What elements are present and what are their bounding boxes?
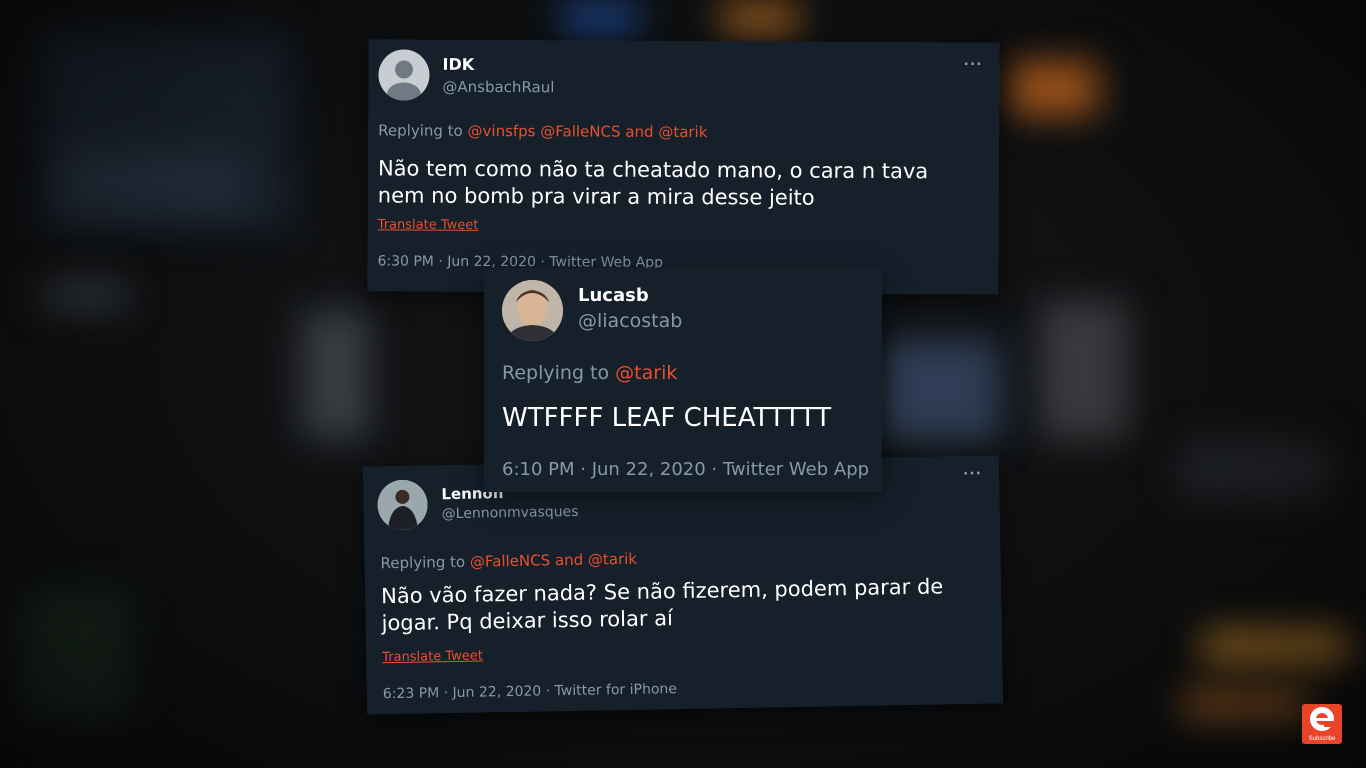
user-handle[interactable]: @Lennonmvasques <box>442 504 579 522</box>
mention-conjunction: and <box>625 122 654 141</box>
mention-conjunction: and <box>554 550 584 570</box>
more-dots-icon[interactable]: ··· <box>963 466 982 482</box>
tweet-timestamp[interactable]: 6:23 PM · Jun 22, 2020 · Twitter for iPh… <box>383 681 677 702</box>
user-handle[interactable]: @AnsbachRaul <box>442 78 554 97</box>
avatar[interactable] <box>378 49 430 101</box>
mention-link[interactable]: @FalleNCS <box>540 122 620 140</box>
avatar[interactable] <box>377 479 428 531</box>
more-dots-icon[interactable]: ··· <box>963 56 982 72</box>
default-user-icon <box>386 60 421 101</box>
mention-link[interactable]: @tarik <box>615 362 677 384</box>
tweet-card-lennon[interactable]: Lennon @Lennonmvasques ··· Replying to @… <box>362 455 1004 715</box>
subscribe-label: Subscribe <box>1308 736 1336 742</box>
display-name[interactable]: Lucasb <box>578 285 649 306</box>
mention-link[interactable]: @tarik <box>588 550 637 569</box>
replying-prefix: Replying to <box>502 362 610 384</box>
mention-link[interactable]: @FalleNCS <box>470 551 551 570</box>
subscribe-logo-button[interactable]: Subscribe <box>1302 704 1342 744</box>
replying-to: Replying to @FalleNCS and @tarik <box>380 550 637 572</box>
replying-prefix: Replying to <box>380 552 466 573</box>
translate-tweet-link[interactable]: Translate Tweet <box>378 217 479 233</box>
tweet-card-lucasb[interactable]: Lucasb @liacostab Replying to @tarik WTF… <box>484 268 882 492</box>
replying-prefix: Replying to <box>378 121 463 140</box>
tweet-text: Não tem como não ta cheatado mano, o car… <box>377 156 929 210</box>
tweet-text: WTFFFF LEAF CHEATTTTT <box>502 403 832 433</box>
replying-to: Replying to @vinsfps @FalleNCS and @tari… <box>378 121 707 141</box>
translate-tweet-link[interactable]: Translate Tweet <box>382 649 483 666</box>
mention-link[interactable]: @tarik <box>658 123 707 141</box>
avatar[interactable] <box>502 280 563 341</box>
tweet-card-idk[interactable]: IDK @AnsbachRaul ··· Replying to @vinsfp… <box>367 39 1000 295</box>
user-photo-icon <box>377 479 428 531</box>
replying-to: Replying to @tarik <box>502 362 677 384</box>
user-handle[interactable]: @liacostab <box>578 310 682 332</box>
display-name[interactable]: IDK <box>442 55 474 74</box>
mention-link[interactable]: @vinsfps <box>467 122 535 140</box>
tweet-timestamp[interactable]: 6:10 PM · Jun 22, 2020 · Twitter Web App <box>502 459 869 480</box>
tweet-text: Não vão fazer nada? Se não fizerem, pode… <box>380 574 944 636</box>
user-photo-icon <box>502 280 563 341</box>
